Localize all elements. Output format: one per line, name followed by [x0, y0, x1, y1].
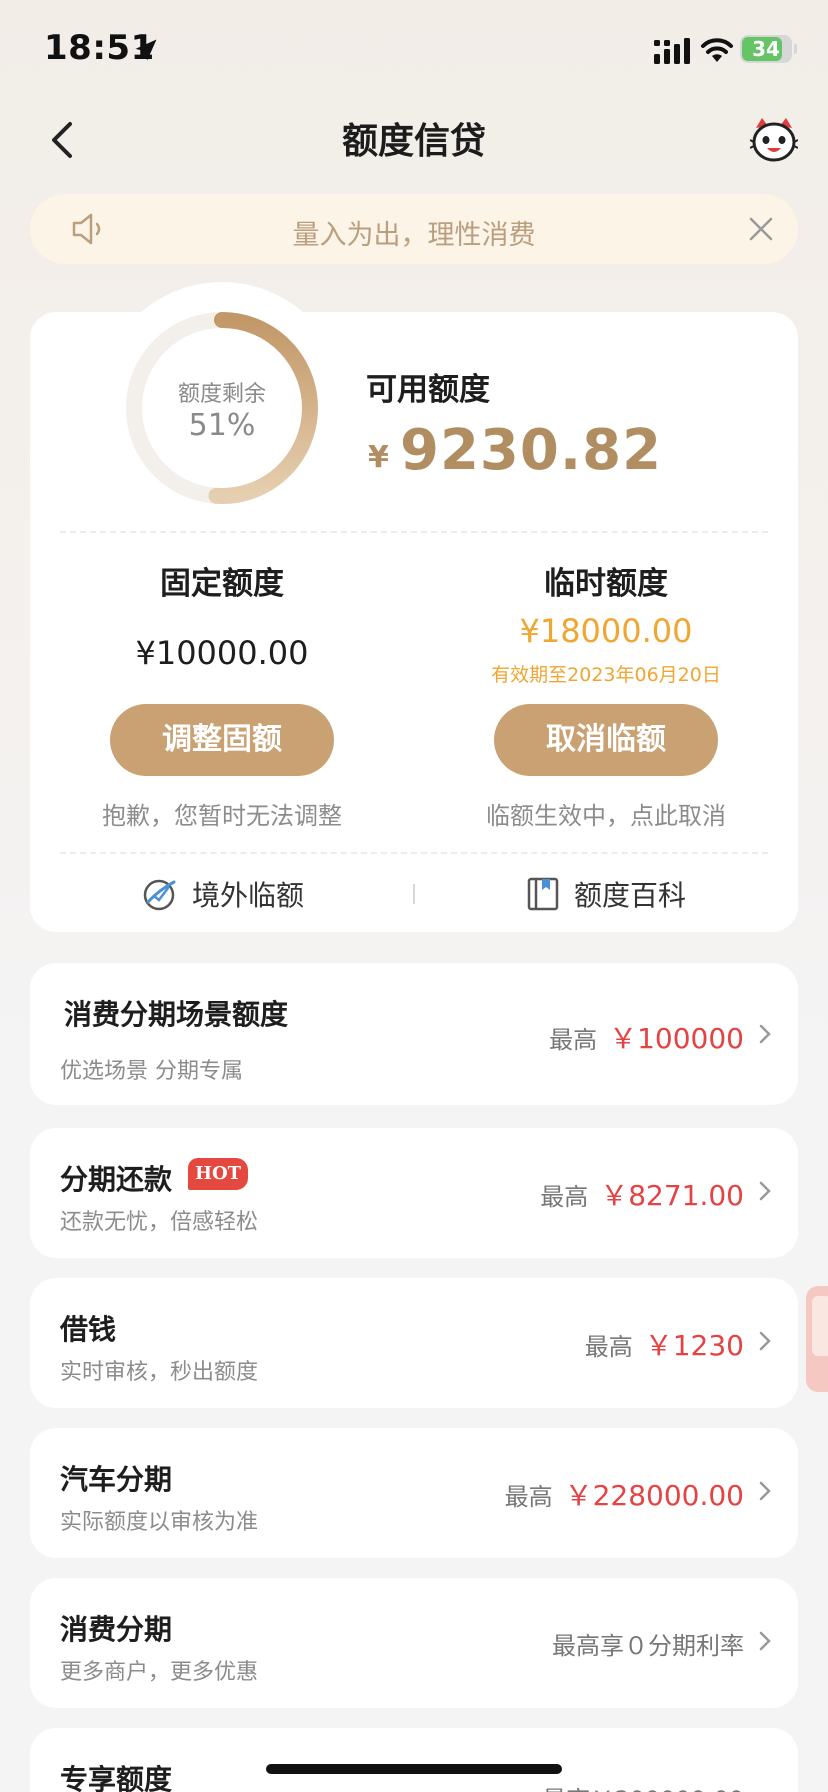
promo-text: 最高￥300000.00: [542, 1780, 744, 1792]
globe-plane-icon: [143, 879, 176, 911]
available-credit-value: 9230.82: [400, 418, 663, 483]
book-icon: [527, 877, 559, 911]
list-item-borrow[interactable]: 借钱 实时审核，秒出额度 最高 ￥1230: [30, 1278, 798, 1408]
amount-value: ￥8271.00: [600, 1179, 744, 1212]
battery-level: 34: [752, 37, 780, 61]
page-title: 额度信贷: [341, 121, 486, 162]
cancel-temp-credit-button[interactable]: 取消临额: [494, 704, 718, 776]
amount-prefix: 最高: [540, 1183, 589, 1211]
item-title: 专享额度: [60, 1763, 173, 1792]
amount-value: ￥100000: [609, 1022, 744, 1055]
floating-side-tab-card: [812, 1296, 828, 1356]
item-amount: 最高 ￥100000: [549, 1017, 744, 1057]
item-title: 消费分期: [60, 1613, 173, 1646]
temp-credit-value: ¥18000.00: [519, 612, 693, 650]
temp-credit-note[interactable]: 临额生效中，点此取消: [456, 796, 756, 831]
item-subtitle: 优选场景 分期专属: [60, 1059, 243, 1084]
item-promo: 最高享０分期利率: [552, 1626, 744, 1661]
mascot-avatar-icon[interactable]: [750, 116, 798, 164]
item-title: 消费分期场景额度: [64, 998, 289, 1031]
location-arrow-icon: [135, 39, 157, 61]
item-subtitle: 实际额度以审核为准: [60, 1510, 259, 1535]
notice-banner: 量入为出，理性消费: [30, 194, 798, 264]
amount-value: ￥228000.00: [564, 1479, 744, 1512]
list-item-installment-scene[interactable]: 消费分期场景额度 优选场景 分期专属 最高 ￥100000: [30, 963, 798, 1105]
item-amount: 最高 ￥8271.00: [540, 1174, 744, 1214]
temp-credit-title: 临时额度: [544, 566, 668, 602]
item-promo: 最高￥300000.00: [542, 1780, 744, 1792]
list-item-consumer-installment[interactable]: 消费分期 更多商户，更多优惠 最高享０分期利率: [30, 1578, 798, 1708]
fixed-credit-title: 固定额度: [160, 566, 284, 602]
available-credit-label: 可用额度: [366, 372, 490, 408]
chevron-right-icon: [759, 1181, 771, 1201]
temp-credit-expiry: 有效期至2023年06月20日: [491, 664, 721, 686]
chevron-right-icon: [759, 1331, 771, 1351]
promo-text: 最高享０分期利率: [552, 1632, 744, 1660]
item-title: 分期还款: [60, 1163, 173, 1196]
amount-prefix: 最高: [504, 1483, 553, 1511]
notice-text: 量入为出，理性消费: [292, 220, 536, 251]
status-bar: 18:51 34: [0, 0, 828, 100]
item-amount: 最高 ￥1230: [585, 1324, 744, 1364]
list-item-car-installment[interactable]: 汽车分期 实际额度以审核为准 最高 ￥228000.00: [30, 1428, 798, 1558]
item-title: 汽车分期: [60, 1463, 173, 1496]
amount-prefix: 最高: [584, 1333, 633, 1361]
fixed-credit-note: 抱歉，您暂时无法调整: [102, 802, 342, 830]
home-indicator: [266, 1764, 562, 1774]
wifi-icon: [701, 38, 733, 62]
chevron-right-icon: [759, 1024, 771, 1044]
available-currency-symbol: ¥: [368, 440, 389, 475]
adjust-fixed-credit-button[interactable]: 调整固额: [110, 704, 334, 776]
credit-encyclopedia-link[interactable]: 额度百科: [526, 872, 686, 916]
hot-badge: HOT: [188, 1158, 248, 1190]
amount-prefix: 最高: [549, 1026, 598, 1054]
item-subtitle: 更多商户，更多优惠: [60, 1660, 259, 1685]
close-icon[interactable]: [746, 214, 776, 244]
ring-label: 额度剩余: [177, 382, 266, 407]
item-subtitle: 实时审核，秒出额度: [60, 1360, 259, 1385]
item-subtitle: 还款无忧，倍感轻松: [60, 1210, 259, 1235]
overseas-temp-credit-label: 境外临额: [192, 879, 305, 912]
divider: [60, 852, 768, 854]
credit-encyclopedia-label: 额度百科: [574, 879, 687, 912]
item-title: 借钱: [60, 1313, 117, 1346]
chevron-right-icon: [759, 1631, 771, 1651]
divider: [60, 531, 768, 533]
overseas-temp-credit-link[interactable]: 境外临额: [142, 872, 304, 916]
battery-tip: [794, 44, 797, 54]
list-item-exclusive-credit[interactable]: 专享额度 最高￥300000.00: [30, 1728, 798, 1792]
link-divider: [413, 884, 415, 904]
item-amount: 最高 ￥228000.00: [505, 1474, 744, 1514]
ring-percent: 51%: [188, 408, 256, 443]
signal-icon: [654, 38, 690, 64]
list-item-installment-repay[interactable]: 分期还款 HOT 还款无忧，倍感轻松 最高 ￥8271.00: [30, 1128, 798, 1258]
battery-icon: 34: [740, 35, 792, 63]
fixed-credit-value: ¥10000.00: [135, 634, 309, 672]
amount-value: ￥1230: [644, 1329, 744, 1362]
chevron-right-icon: [759, 1481, 771, 1501]
